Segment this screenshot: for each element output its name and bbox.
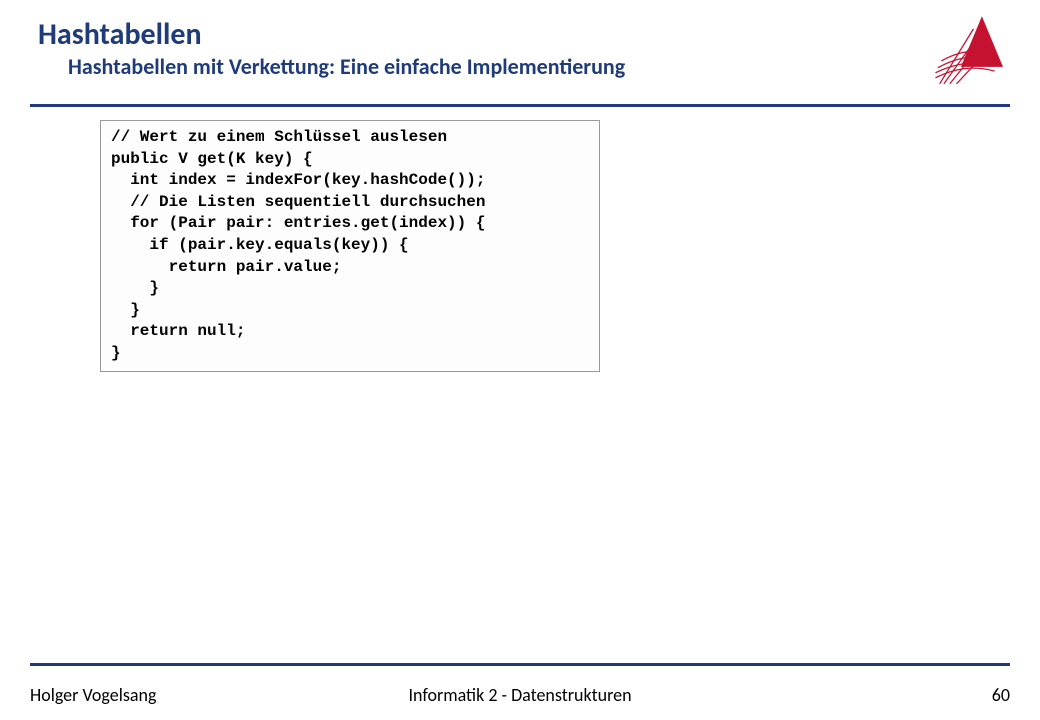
slide: Hashtabellen Hashtabellen mit Verkettung… [0, 0, 1040, 720]
slide-subtitle: Hashtabellen mit Verkettung: Eine einfac… [68, 53, 900, 80]
footer-course: Informatik 2 - Datenstrukturen [30, 684, 1010, 706]
slide-header: Hashtabellen Hashtabellen mit Verkettung… [38, 18, 900, 80]
divider-top [30, 104, 1010, 107]
divider-bottom [30, 663, 1010, 666]
slide-title: Hashtabellen [38, 18, 900, 51]
slide-body: // Wert zu einem Schlüssel auslesen publ… [100, 120, 600, 372]
footer-page-number: 60 [992, 684, 1010, 706]
slide-footer: Holger Vogelsang Informatik 2 - Datenstr… [30, 684, 1010, 706]
footer-author: Holger Vogelsang [30, 684, 156, 706]
institution-logo-icon [920, 12, 1010, 88]
code-listing: // Wert zu einem Schlüssel auslesen publ… [100, 120, 600, 372]
